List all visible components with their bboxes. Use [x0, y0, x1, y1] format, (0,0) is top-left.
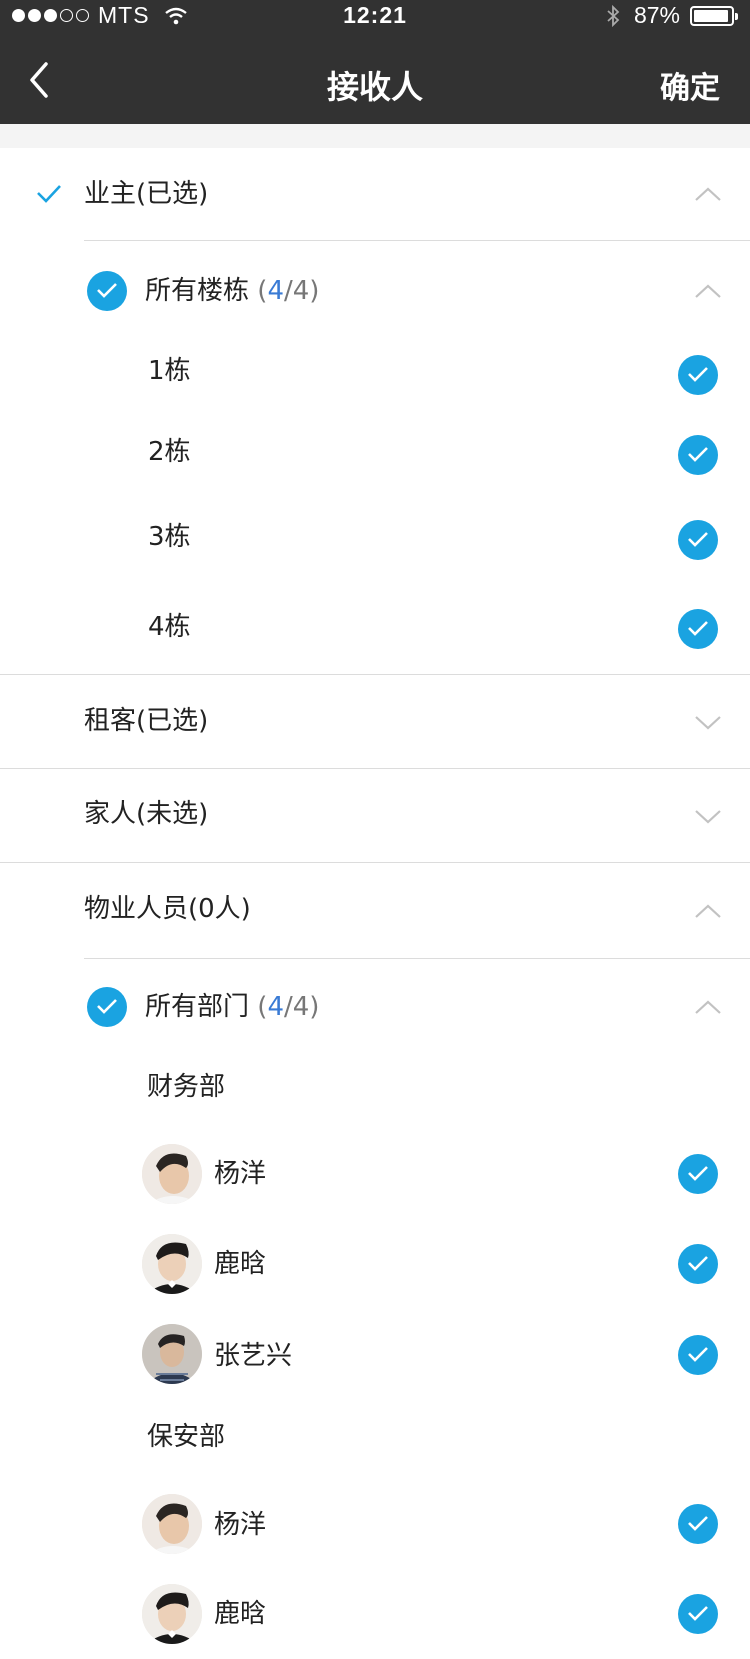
- check-circle-icon[interactable]: [678, 609, 718, 649]
- selection-count: (4/4): [257, 276, 320, 306]
- group-label-family: 家人(未选): [84, 799, 209, 829]
- check-circle-icon[interactable]: [678, 1594, 718, 1634]
- check-circle-icon[interactable]: [678, 520, 718, 560]
- sub-label-all-buildings: 所有楼栋: [145, 276, 250, 306]
- chevron-up-icon[interactable]: [694, 283, 722, 299]
- department-heading: 财务部: [0, 1049, 750, 1129]
- department-name: 财务部: [147, 1072, 226, 1102]
- list-item-building[interactable]: 2栋: [0, 415, 750, 495]
- list-item-person[interactable]: 杨洋: [0, 1130, 750, 1218]
- avatar: [142, 1234, 202, 1294]
- chevron-down-icon[interactable]: [694, 809, 722, 825]
- person-name: 张艺兴: [214, 1341, 293, 1371]
- building-label: 4栋: [148, 612, 191, 642]
- confirm-button[interactable]: 确定: [660, 63, 720, 107]
- avatar: [142, 1584, 202, 1644]
- check-circle-icon[interactable]: [678, 1504, 718, 1544]
- sub-label-all-departments: 所有部门: [145, 992, 250, 1022]
- person-name: 鹿晗: [214, 1599, 267, 1629]
- group-label-tenant: 租客(已选): [84, 706, 209, 736]
- list-item-person[interactable]: 鹿晗: [0, 1218, 750, 1310]
- avatar: [142, 1144, 202, 1204]
- check-circle-icon[interactable]: [678, 355, 718, 395]
- department-heading: 保安部: [0, 1400, 750, 1480]
- building-label: 2栋: [148, 437, 191, 467]
- sub-header-all-departments[interactable]: 所有部门 (4/4): [0, 959, 750, 1049]
- check-circle-icon[interactable]: [678, 435, 718, 475]
- list-item-person[interactable]: 张艺兴: [0, 1310, 750, 1400]
- avatar: [142, 1494, 202, 1554]
- check-circle-icon[interactable]: [678, 1154, 718, 1194]
- building-label: 3栋: [148, 522, 191, 552]
- battery-icon: [690, 5, 738, 26]
- avatar: [142, 1324, 202, 1384]
- group-header-owner[interactable]: 业主(已选): [0, 148, 750, 240]
- group-header-tenant[interactable]: 租客(已选): [0, 675, 750, 768]
- bluetooth-icon: [607, 4, 620, 27]
- check-circle-icon[interactable]: [87, 271, 127, 311]
- list-item-building[interactable]: 1栋: [0, 335, 750, 415]
- chevron-up-icon[interactable]: [694, 186, 722, 202]
- department-name: 保安部: [147, 1422, 226, 1452]
- top-bar: MTS 12:21 87% 接收人 确定: [0, 0, 750, 124]
- header-gap: [0, 124, 750, 148]
- list-item-building[interactable]: 4栋: [0, 585, 750, 673]
- group-label-owner: 业主(已选): [84, 179, 209, 209]
- selected-tick-icon: [37, 185, 61, 203]
- chevron-up-icon[interactable]: [694, 903, 722, 919]
- sub-header-all-buildings[interactable]: 所有楼栋 (4/4): [0, 241, 750, 331]
- list-item-person[interactable]: 鹿晗: [0, 1568, 750, 1659]
- person-name: 鹿晗: [214, 1249, 267, 1279]
- chevron-down-icon[interactable]: [694, 715, 722, 731]
- battery-percent: 87%: [633, 2, 680, 28]
- group-label-staff: 物业人员(0人): [84, 894, 251, 924]
- selection-count: (4/4): [257, 992, 320, 1022]
- group-header-family[interactable]: 家人(未选): [0, 769, 750, 862]
- status-bar-right: 87%: [606, 2, 738, 29]
- building-label: 1栋: [148, 356, 191, 386]
- chevron-up-icon[interactable]: [694, 999, 722, 1015]
- person-name: 杨洋: [214, 1159, 267, 1189]
- check-circle-icon[interactable]: [678, 1244, 718, 1284]
- page-title: 接收人: [326, 68, 423, 106]
- list-item-building[interactable]: 3栋: [0, 495, 750, 585]
- list-item-person[interactable]: 杨洋: [0, 1480, 750, 1568]
- check-circle-icon[interactable]: [678, 1335, 718, 1375]
- group-header-staff[interactable]: 物业人员(0人): [0, 863, 750, 958]
- check-circle-icon[interactable]: [87, 987, 127, 1027]
- person-name: 杨洋: [214, 1510, 267, 1540]
